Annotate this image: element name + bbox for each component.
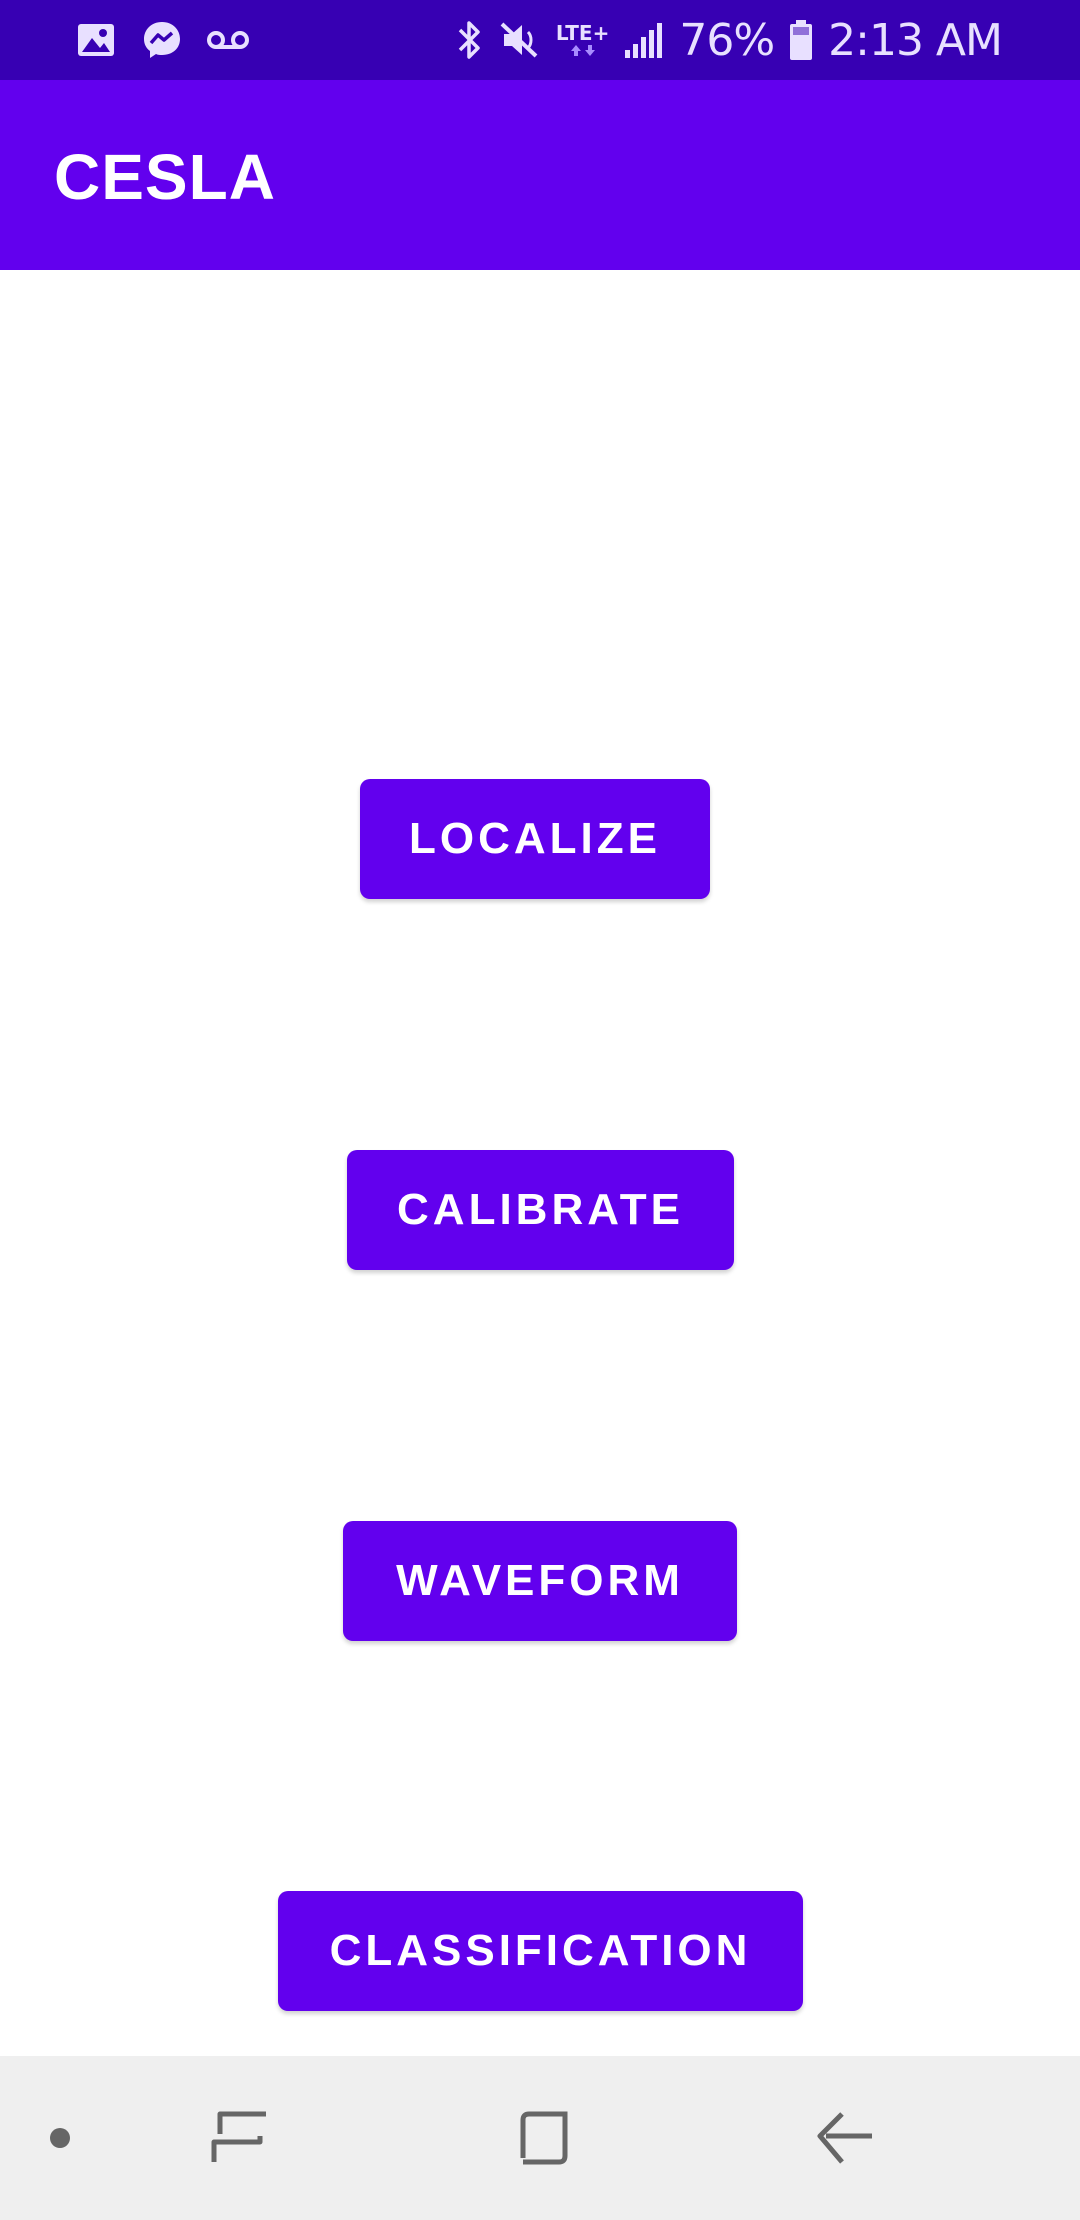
home-icon[interactable] — [493, 2056, 593, 2220]
voicemail-icon — [206, 18, 250, 62]
main-content: LOCALIZE CALIBRATE WAVEFORM CLASSIFICATI… — [0, 270, 1080, 2056]
signal-icon — [623, 16, 665, 64]
classification-button[interactable]: CLASSIFICATION — [278, 1891, 803, 2011]
status-bar: LTE+ 76% 2:13 AM — [0, 0, 1080, 80]
battery-icon — [788, 16, 814, 64]
app-bar: CESLA — [0, 80, 1080, 270]
clock: 2:13 AM — [828, 14, 1003, 66]
back-icon[interactable] — [796, 2056, 896, 2220]
calibrate-button[interactable]: CALIBRATE — [347, 1150, 734, 1270]
battery-percent: 76% — [679, 14, 775, 66]
status-left-icons — [74, 16, 250, 64]
waveform-button[interactable]: WAVEFORM — [343, 1521, 737, 1641]
messenger-icon — [140, 18, 184, 62]
lte-icon: LTE+ — [555, 16, 610, 64]
gallery-icon — [74, 18, 118, 62]
bluetooth-icon — [456, 16, 484, 64]
app-title: CESLA — [54, 141, 276, 213]
status-right-icons: LTE+ 76% 2:13 AM — [456, 12, 1003, 68]
dot-icon[interactable] — [20, 2056, 100, 2220]
mute-icon — [498, 16, 542, 64]
navigation-bar — [0, 2056, 1080, 2220]
localize-button[interactable]: LOCALIZE — [360, 779, 710, 899]
recents-icon[interactable] — [190, 2056, 290, 2220]
network-label: LTE+ — [555, 21, 610, 45]
